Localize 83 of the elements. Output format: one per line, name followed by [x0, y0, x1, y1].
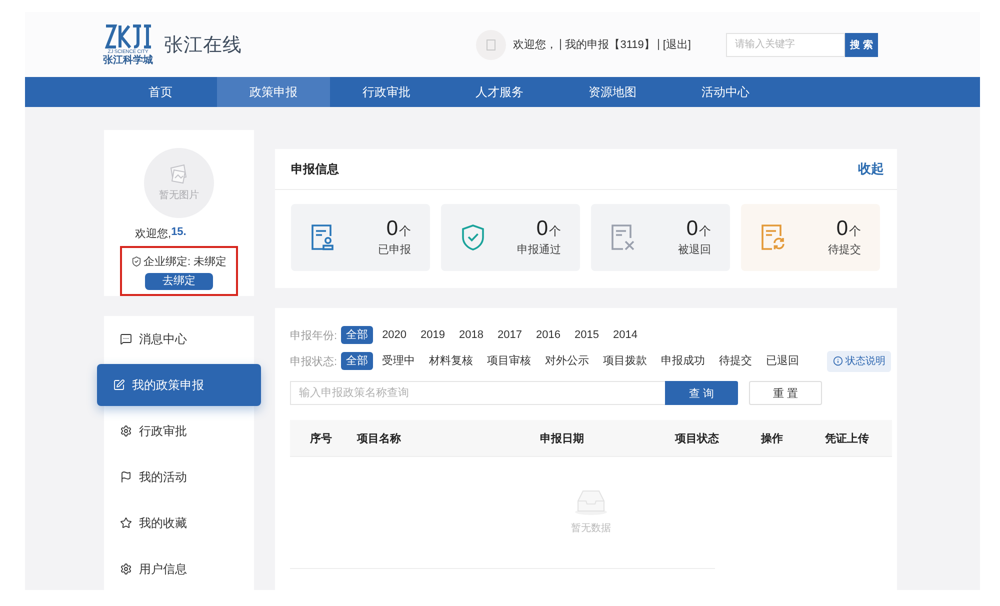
menu-item[interactable]: 行政审批: [104, 408, 254, 454]
filter-option[interactable]: 项目拨款: [598, 352, 652, 370]
column-header: 序号: [309, 432, 333, 446]
username: 15.: [171, 226, 186, 240]
shield-check-icon: [131, 256, 142, 267]
stat-count: 0: [836, 218, 848, 240]
stat-label: 被退回: [678, 243, 711, 257]
filter-option[interactable]: 项目审核: [482, 352, 536, 370]
gear-icon: [120, 563, 132, 575]
document-refresh-icon: [761, 224, 785, 251]
logo-icon: [104, 24, 152, 48]
avatar-caption: 暂无图片: [159, 188, 199, 202]
nav-tab[interactable]: 资源地图: [556, 77, 669, 107]
stat-unit: 个: [699, 223, 711, 240]
site-title: 张江在线: [164, 34, 242, 58]
nav-tab[interactable]: 活动中心: [669, 77, 782, 107]
stat-unit: 个: [399, 223, 411, 240]
menu-item[interactable]: 我的政策申报: [97, 364, 261, 406]
search-button[interactable]: 搜 索: [845, 32, 878, 56]
nav-tab[interactable]: 首页: [104, 77, 217, 107]
filter-option[interactable]: 申报成功: [656, 352, 710, 370]
stat-unit: 个: [849, 223, 861, 240]
filter-option[interactable]: 2015: [569, 326, 604, 344]
document-person-icon: [311, 224, 335, 251]
stat-count: 0: [536, 218, 548, 240]
reset-button[interactable]: 重 置: [749, 381, 822, 405]
menu-item[interactable]: 消息中心: [104, 316, 254, 362]
filter-option[interactable]: 2020: [377, 326, 412, 344]
binding-status: 企业绑定: 未绑定: [143, 254, 227, 269]
filter-option[interactable]: 待提交: [714, 352, 758, 370]
menu-item[interactable]: 我的活动: [104, 454, 254, 500]
filter-option[interactable]: 受理中: [377, 352, 420, 370]
column-header: 操作: [761, 432, 784, 446]
star-icon: [120, 517, 132, 529]
filter-option[interactable]: 2016: [531, 326, 566, 344]
logout-link[interactable]: [退出]: [662, 37, 691, 52]
flag-icon: [120, 471, 132, 483]
nav-tab[interactable]: 政策申报: [217, 77, 330, 107]
status-help-button[interactable]: 状态说明: [827, 350, 891, 372]
welcome-text: 欢迎您，: [513, 38, 558, 52]
stat-label: 待提交: [828, 242, 861, 257]
column-header: 项目名称: [357, 432, 402, 446]
shield-check-icon: [461, 224, 485, 251]
filter-option[interactable]: 材料复核: [424, 352, 478, 370]
column-header: 项目状态: [675, 432, 720, 446]
column-header: 凭证上传: [825, 432, 870, 446]
nav-tab[interactable]: 人才服务: [443, 77, 556, 107]
profile-greeting: 欢迎您,: [135, 226, 172, 241]
stat-count: 0: [686, 218, 698, 240]
chat-icon: [120, 333, 132, 345]
card-title: 申报信息: [291, 160, 339, 178]
filter-option[interactable]: 2014: [608, 326, 642, 344]
collapse-link[interactable]: 收起: [858, 160, 884, 178]
avatar-icon[interactable]: [476, 30, 506, 60]
logo-name: 张江科学城: [103, 54, 153, 66]
empty-text: 暂无数据: [571, 522, 611, 535]
stat-label: 已申报: [378, 243, 411, 257]
filter-option[interactable]: 全部: [341, 326, 374, 344]
policy-search-field[interactable]: 输入申报政策名称查询: [290, 381, 665, 405]
inbox-icon: [574, 489, 608, 515]
document-x-icon: [611, 224, 635, 251]
my-applications-link[interactable]: 我的申报【3119】: [565, 37, 655, 52]
filter-option[interactable]: 已退回: [761, 352, 804, 370]
info-icon: [832, 356, 842, 366]
stat-label: 申报通过: [517, 242, 561, 257]
query-button[interactable]: 查 询: [665, 381, 738, 405]
edit-icon: [113, 379, 125, 391]
stat-count: 0: [386, 218, 398, 240]
bind-button[interactable]: 去绑定: [145, 273, 213, 290]
filter-label: 申报状态:: [290, 354, 338, 368]
stat-unit: 个: [549, 223, 561, 240]
filter-option[interactable]: 2018: [454, 326, 489, 344]
filter-option[interactable]: 全部: [341, 352, 374, 370]
filter-option[interactable]: 对外公示: [540, 352, 594, 370]
filter-option[interactable]: 2019: [416, 326, 450, 344]
column-header: 申报日期: [540, 432, 585, 446]
keyword-search-field[interactable]: 请输入关键字: [726, 32, 845, 56]
nav-tab[interactable]: 行政审批: [330, 77, 443, 107]
menu-item[interactable]: 用户信息: [104, 546, 254, 590]
gear-icon: [120, 425, 132, 437]
filter-option[interactable]: 2017: [492, 326, 527, 344]
filter-label: 申报年份:: [290, 328, 338, 342]
menu-item[interactable]: 我的收藏: [104, 500, 254, 546]
